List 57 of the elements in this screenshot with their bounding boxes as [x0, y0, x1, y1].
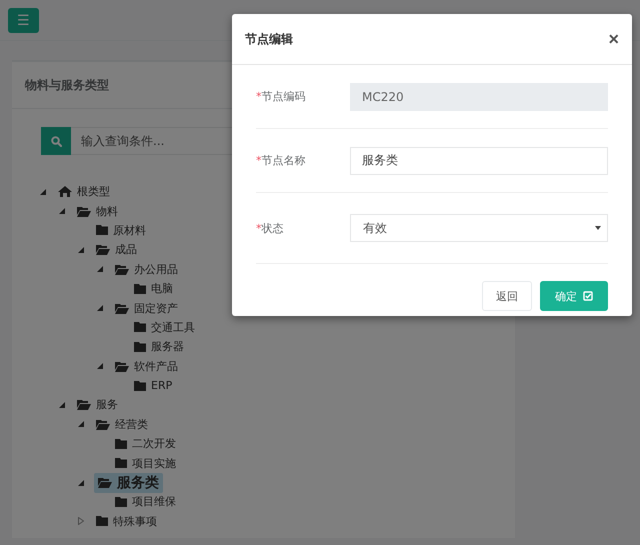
tree-node[interactable]: 服务器: [132, 338, 186, 356]
tree-node[interactable]: 电脑: [132, 280, 175, 298]
checkbox-icon: [583, 291, 593, 301]
tree-node[interactable]: 交通工具: [132, 318, 197, 336]
expanded-caret-icon[interactable]: [40, 188, 46, 195]
tree-node[interactable]: 根类型: [56, 183, 112, 200]
open-folder-icon: [77, 399, 91, 410]
close-button[interactable]: ×: [608, 30, 619, 48]
expanded-caret-icon[interactable]: [78, 246, 84, 253]
tree-node[interactable]: 服务: [75, 396, 120, 414]
field-label: *状态: [256, 220, 284, 236]
home-icon: [58, 186, 72, 198]
tree-node[interactable]: 经营类: [94, 416, 150, 433]
folder-icon: [134, 342, 146, 352]
tree-node[interactable]: 办公用品: [113, 260, 180, 278]
folder-icon: [96, 225, 108, 236]
status-select[interactable]: 有效: [350, 214, 608, 242]
open-folder-icon: [96, 418, 110, 430]
tree-node[interactable]: 固定资产: [113, 300, 180, 317]
tree-node[interactable]: 特殊事项: [94, 512, 159, 530]
confirm-button[interactable]: 确定: [540, 281, 608, 311]
dialog-title: 节点编辑: [245, 30, 293, 48]
expanded-caret-icon[interactable]: [97, 305, 103, 312]
tree-node[interactable]: ERP: [132, 378, 174, 394]
back-button[interactable]: 返回: [482, 281, 532, 311]
expanded-caret-icon[interactable]: [59, 402, 65, 408]
open-folder-icon: [115, 264, 129, 275]
folder-icon: [115, 458, 127, 468]
tree-node[interactable]: 项目实施: [113, 454, 178, 472]
folder-icon: [134, 284, 146, 294]
expanded-caret-icon[interactable]: [78, 421, 84, 428]
field-label: *节点名称: [256, 153, 306, 168]
folder-icon: [134, 322, 146, 332]
folder-icon: [134, 380, 146, 391]
tree-node[interactable]: 原材料: [94, 222, 148, 239]
tree-node[interactable]: 项目维保: [113, 493, 178, 510]
tree-node[interactable]: 成品: [94, 241, 139, 258]
search-icon: [50, 136, 62, 146]
open-folder-icon: [98, 477, 112, 488]
field-label: *节点编码: [256, 89, 306, 104]
tree-node[interactable]: 二次开发: [113, 435, 178, 452]
caret-icon: [595, 226, 601, 230]
folder-icon: [115, 438, 127, 449]
open-folder-icon: [115, 360, 129, 372]
input-field[interactable]: 服务类: [350, 146, 608, 174]
expanded-caret-icon[interactable]: [97, 266, 103, 272]
expanded-caret-icon[interactable]: [78, 480, 84, 486]
folder-icon: [96, 516, 108, 526]
expanded-caret-icon[interactable]: [97, 363, 103, 370]
tree-node[interactable]: 服务类: [94, 472, 163, 493]
tree-node[interactable]: 物料: [75, 202, 120, 220]
expanded-caret-icon[interactable]: [59, 208, 65, 214]
open-folder-icon: [96, 244, 110, 256]
open-folder-icon: [115, 302, 129, 314]
folder-icon: [115, 496, 127, 507]
open-folder-icon: [77, 206, 91, 217]
tree-node[interactable]: 软件产品: [113, 358, 180, 375]
